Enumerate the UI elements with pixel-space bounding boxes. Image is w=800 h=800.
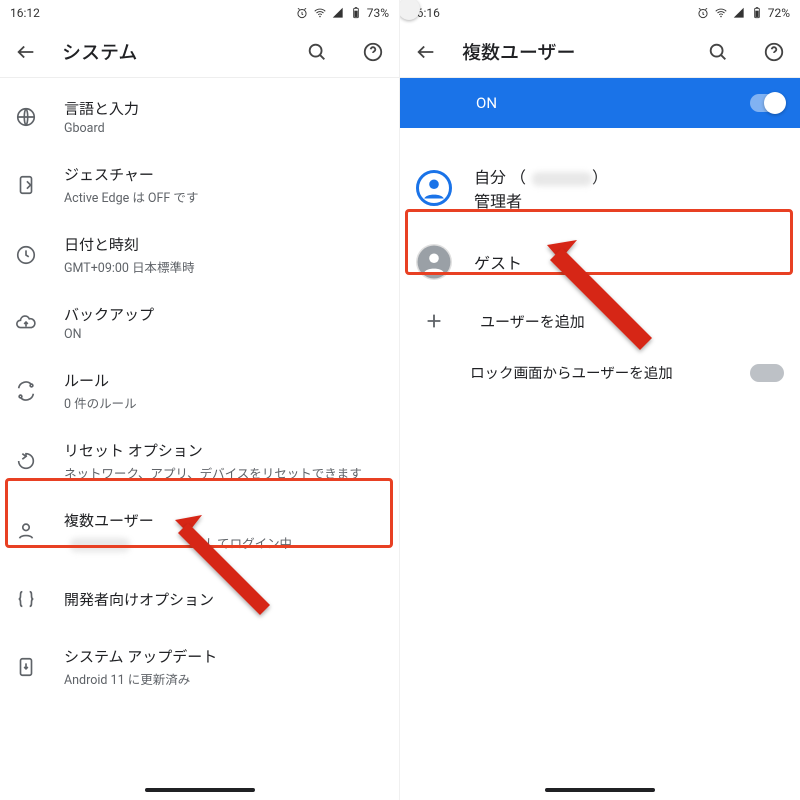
add-user-label: ユーザーを追加 bbox=[480, 311, 585, 332]
back-button[interactable] bbox=[414, 40, 438, 64]
globe-icon bbox=[15, 106, 37, 128]
row-title: リセット オプション bbox=[64, 440, 385, 461]
search-button[interactable] bbox=[706, 40, 730, 64]
nav-handle[interactable] bbox=[545, 788, 655, 792]
row-sub: ON bbox=[64, 327, 385, 342]
wifi-icon bbox=[313, 6, 327, 20]
reset-icon bbox=[15, 450, 37, 472]
user-guest-label: ゲスト bbox=[474, 250, 522, 274]
person-icon bbox=[15, 520, 37, 542]
status-icons: 72% bbox=[696, 6, 790, 20]
avatar-icon bbox=[416, 244, 452, 280]
redacted-name bbox=[532, 172, 592, 186]
alarm-icon bbox=[295, 6, 309, 20]
row-rules[interactable]: ルール 0 件のルール bbox=[0, 356, 399, 426]
search-button[interactable] bbox=[305, 40, 329, 64]
row-title: 日付と時刻 bbox=[64, 234, 385, 255]
row-title: 複数ユーザー bbox=[64, 510, 385, 531]
redacted-name bbox=[70, 538, 130, 552]
app-bar: 複数ユーザー bbox=[400, 26, 800, 78]
battery-icon bbox=[750, 6, 764, 20]
cloud-up-icon bbox=[15, 312, 37, 334]
back-button[interactable] bbox=[14, 40, 38, 64]
toggle-label: ON bbox=[476, 94, 497, 112]
master-toggle[interactable]: ON bbox=[400, 78, 800, 128]
avatar-guest bbox=[416, 244, 452, 280]
row-title: 言語と入力 bbox=[64, 98, 385, 119]
back-arrow-icon bbox=[415, 41, 437, 63]
toggle-switch-on[interactable] bbox=[750, 94, 784, 112]
user-self-label: 自分 （） bbox=[474, 164, 608, 188]
row-reset[interactable]: リセット オプションネットワーク、アプリ、デバイスをリセットできます bbox=[0, 426, 399, 496]
plus-icon bbox=[423, 310, 445, 332]
search-icon bbox=[306, 41, 328, 63]
row-sub: としてログイン中 bbox=[64, 533, 385, 552]
row-sub: GMT+09:00 日本標準時 bbox=[64, 257, 385, 276]
row-sub: Gboard bbox=[64, 121, 385, 136]
screen-multiuser: 16:16 72% 複数ユーザー ON bbox=[400, 0, 800, 800]
back-arrow-icon bbox=[15, 41, 37, 63]
user-self[interactable]: 自分 （） 管理者 bbox=[400, 148, 800, 228]
help-button[interactable] bbox=[361, 40, 385, 64]
status-bar: 16:16 72% bbox=[400, 0, 800, 26]
braces-icon bbox=[15, 588, 37, 610]
alarm-icon bbox=[696, 6, 710, 20]
row-gestures[interactable]: ジェスチャー Active Edge は OFF です bbox=[0, 150, 399, 220]
row-title: バックアップ bbox=[64, 304, 385, 325]
settings-list: 言語と入力 Gboard ジェスチャー Active Edge は OFF です 日… bbox=[0, 78, 399, 702]
gesture-icon bbox=[15, 174, 37, 196]
lockscreen-add-user[interactable]: ロック画面からユーザーを追加 bbox=[400, 346, 800, 399]
update-icon bbox=[15, 656, 37, 678]
signal-icon bbox=[331, 6, 345, 20]
help-icon bbox=[763, 41, 785, 63]
user-guest[interactable]: ゲスト bbox=[400, 228, 800, 296]
clock-icon bbox=[15, 244, 37, 266]
row-language[interactable]: 言語と入力 Gboard bbox=[0, 84, 399, 150]
row-title: 開発者向けオプション bbox=[64, 589, 385, 610]
rules-icon bbox=[15, 380, 37, 402]
user-self-sub: 管理者 bbox=[474, 188, 608, 212]
page-title: システム bbox=[62, 38, 281, 65]
row-multiuser[interactable]: 複数ユーザー としてログイン中 bbox=[0, 496, 399, 566]
row-title: システム アップデート bbox=[64, 646, 385, 667]
nav-handle[interactable] bbox=[145, 788, 255, 792]
row-title: ルール bbox=[64, 370, 385, 391]
row-sub: Active Edge は OFF です bbox=[64, 187, 385, 206]
row-sub: 0 件のルール bbox=[64, 393, 385, 412]
lockscreen-label: ロック画面からユーザーを追加 bbox=[470, 362, 673, 383]
row-backup[interactable]: バックアップ ON bbox=[0, 290, 399, 356]
row-sub: Android 11 に更新済み bbox=[64, 669, 385, 688]
app-bar: システム bbox=[0, 26, 399, 78]
row-developer[interactable]: 開発者向けオプション bbox=[0, 566, 399, 632]
help-icon bbox=[362, 41, 384, 63]
avatar-icon bbox=[416, 170, 452, 206]
help-button[interactable] bbox=[762, 40, 786, 64]
avatar-self bbox=[416, 170, 452, 206]
wifi-icon bbox=[714, 6, 728, 20]
row-datetime[interactable]: 日付と時刻 GMT+09:00 日本標準時 bbox=[0, 220, 399, 290]
status-battery: 73% bbox=[367, 6, 389, 20]
add-user[interactable]: ユーザーを追加 bbox=[400, 296, 800, 346]
battery-icon bbox=[349, 6, 363, 20]
page-title: 複数ユーザー bbox=[462, 38, 682, 65]
row-sub: ネットワーク、アプリ、デバイスをリセットできます bbox=[64, 463, 385, 482]
row-update[interactable]: システム アップデート Android 11 に更新済み bbox=[0, 632, 399, 702]
row-title: ジェスチャー bbox=[64, 164, 385, 185]
status-bar: 16:12 73% bbox=[0, 0, 399, 26]
status-time: 16:12 bbox=[10, 6, 40, 20]
status-battery: 72% bbox=[768, 6, 790, 20]
toggle-switch-off[interactable] bbox=[750, 364, 784, 382]
user-self-name: （） bbox=[510, 168, 608, 187]
search-icon bbox=[707, 41, 729, 63]
status-icons: 73% bbox=[295, 6, 389, 20]
signal-icon bbox=[732, 6, 746, 20]
screen-system: 16:12 73% システム 言語と入力G bbox=[0, 0, 400, 800]
